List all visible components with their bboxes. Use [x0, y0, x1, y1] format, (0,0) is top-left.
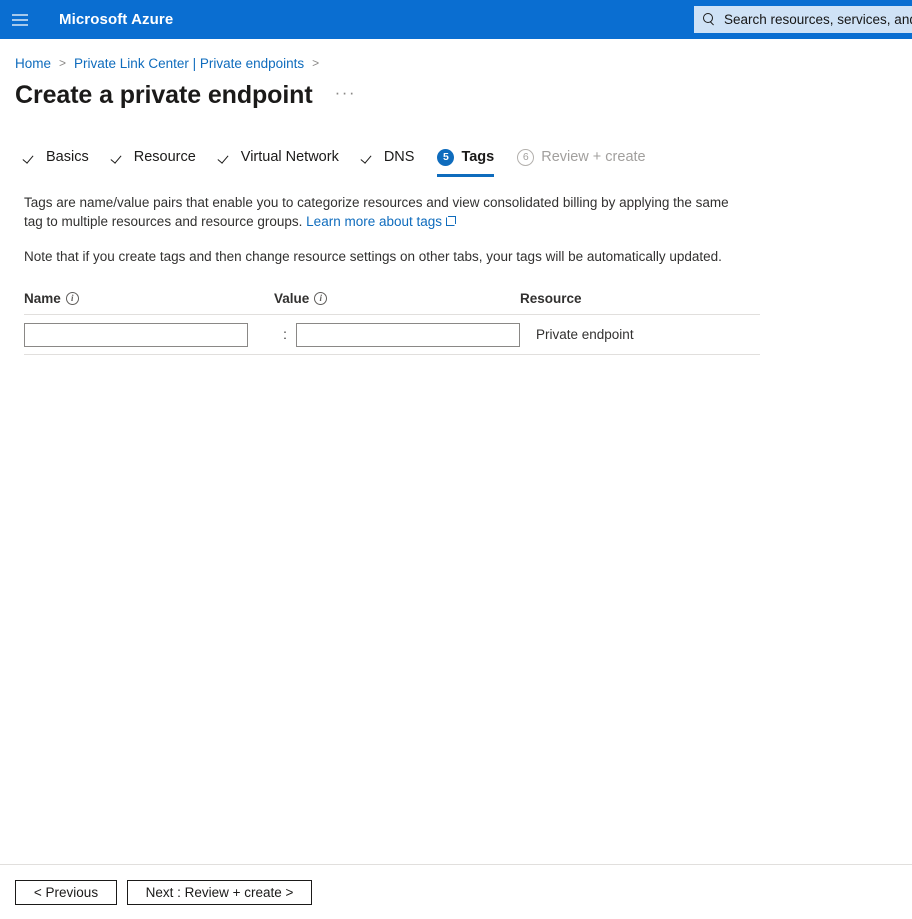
tag-pair-separator: : [283, 327, 287, 342]
breadcrumb-item-home[interactable]: Home [15, 56, 51, 71]
active-tab-underline [437, 174, 495, 177]
column-header-label: Name [24, 291, 61, 306]
hamburger-icon[interactable] [0, 0, 40, 39]
step-number-badge: 6 [517, 148, 535, 166]
tab-label: Review + create [541, 149, 646, 165]
global-search-box[interactable]: Search resources, services, and d [694, 6, 912, 33]
wizard-footer: < Previous Next : Review + create > [0, 864, 912, 919]
column-header-resource: Resource [520, 291, 760, 306]
tag-value-input[interactable] [296, 322, 520, 347]
chevron-right-icon: > [59, 56, 67, 70]
hamburger-bar [12, 23, 28, 26]
info-icon[interactable]: i [65, 292, 79, 305]
tags-table-header: Name i Value i Resource [24, 291, 760, 315]
column-header-label: Value [274, 291, 310, 306]
info-icon[interactable]: i [314, 292, 328, 305]
tags-description-paragraph: Tags are name/value pairs that enable yo… [24, 193, 740, 231]
hamburger-bar [12, 13, 28, 16]
tab-tags[interactable]: 5 Tags [437, 143, 495, 177]
check-icon [24, 150, 39, 165]
tab-label: DNS [383, 149, 415, 165]
tags-description: Tags are name/value pairs that enable yo… [0, 193, 740, 266]
tab-label: Resource [133, 149, 196, 165]
wizard-tabs: Basics Resource Virtual Network DNS 5 Ta… [0, 143, 912, 177]
search-input-placeholder: Search resources, services, and d [724, 12, 912, 27]
tab-label: Virtual Network [240, 149, 339, 165]
tab-basics[interactable]: Basics [24, 143, 89, 171]
cell-resource: Private endpoint [536, 327, 634, 342]
column-header-value: Value i [274, 291, 520, 306]
chevron-right-icon: > [312, 56, 320, 70]
page-title: Create a private endpoint [15, 81, 313, 109]
previous-button[interactable]: < Previous [15, 879, 117, 905]
more-actions-icon[interactable]: ··· [335, 84, 356, 107]
tab-review-create[interactable]: 6 Review + create [517, 143, 646, 171]
tags-table: Name i Value i Resource : Private endpoi… [24, 291, 760, 355]
tag-name-input[interactable] [24, 322, 248, 347]
next-review-create-button[interactable]: Next : Review + create > [127, 879, 312, 905]
tab-label: Tags [461, 149, 495, 165]
page-title-row: Create a private endpoint ··· [0, 81, 912, 110]
hamburger-bar [12, 18, 28, 21]
breadcrumb-item-private-link-center[interactable]: Private Link Center | Private endpoints [74, 56, 304, 71]
cell-tag-value [296, 322, 520, 347]
tags-note-text: Note that if you create tags and then ch… [24, 249, 722, 264]
check-icon [362, 150, 377, 165]
column-header-name: Name i [24, 291, 274, 306]
table-row: : Private endpoint [24, 315, 760, 355]
tab-resource[interactable]: Resource [112, 143, 196, 171]
check-icon [112, 150, 127, 165]
external-link-icon [446, 216, 457, 226]
check-icon [219, 150, 234, 165]
azure-brand-label[interactable]: Microsoft Azure [59, 11, 173, 28]
column-header-label: Resource [520, 291, 582, 306]
breadcrumb: Home > Private Link Center | Private end… [0, 49, 912, 77]
tab-dns[interactable]: DNS [362, 143, 415, 171]
tab-label: Basics [46, 149, 89, 165]
learn-more-about-tags-link[interactable]: Learn more about tags [306, 214, 442, 229]
search-icon [703, 13, 716, 26]
global-header: Microsoft Azure Search resources, servic… [0, 0, 912, 39]
step-number-badge: 5 [437, 148, 455, 166]
cell-tag-name [24, 322, 274, 347]
tab-virtual-network[interactable]: Virtual Network [219, 143, 339, 171]
